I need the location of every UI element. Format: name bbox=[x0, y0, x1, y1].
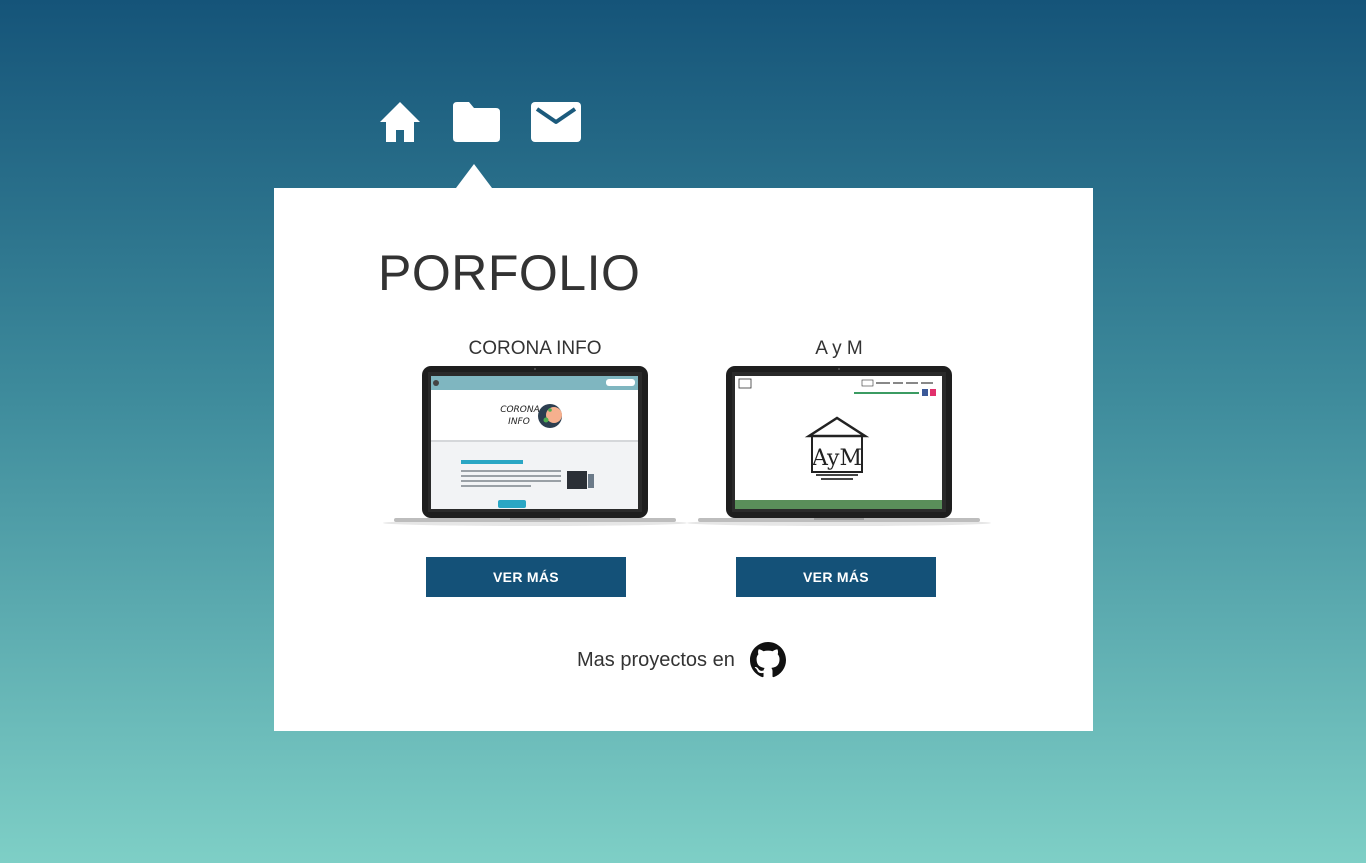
more-projects-text: Mas proyectos en bbox=[577, 648, 735, 671]
home-icon[interactable] bbox=[378, 100, 422, 144]
mail-icon[interactable] bbox=[530, 100, 582, 144]
project-card-corona-info: CORONA INFO CORONA INFO bbox=[380, 338, 690, 528]
svg-text:AyM: AyM bbox=[811, 446, 862, 471]
portfolio-panel: PORFOLIO CORONA INFO CORONA INFO A y M A… bbox=[274, 188, 1093, 731]
ver-mas-corona-info-button[interactable]: VER MÁS bbox=[426, 557, 626, 597]
laptop-screenshot-image: CORONA INFO bbox=[383, 366, 687, 526]
svg-text:CORONA: CORONA bbox=[500, 405, 540, 415]
project-title: CORONA INFO bbox=[468, 338, 602, 359]
svg-text:INFO: INFO bbox=[508, 417, 530, 427]
folder-icon[interactable] bbox=[450, 100, 502, 144]
nav-bar bbox=[378, 100, 582, 144]
project-card-ayM: A y M AyM bbox=[684, 338, 994, 528]
page-title: PORFOLIO bbox=[378, 245, 641, 301]
project-title: A y M bbox=[815, 338, 863, 359]
active-tab-pointer bbox=[456, 164, 492, 188]
github-icon[interactable] bbox=[749, 642, 786, 678]
laptop-screenshot-image: AyM bbox=[687, 366, 991, 526]
more-projects: Mas proyectos en bbox=[577, 642, 786, 678]
ver-mas-aym-button[interactable]: VER MÁS bbox=[736, 557, 936, 597]
